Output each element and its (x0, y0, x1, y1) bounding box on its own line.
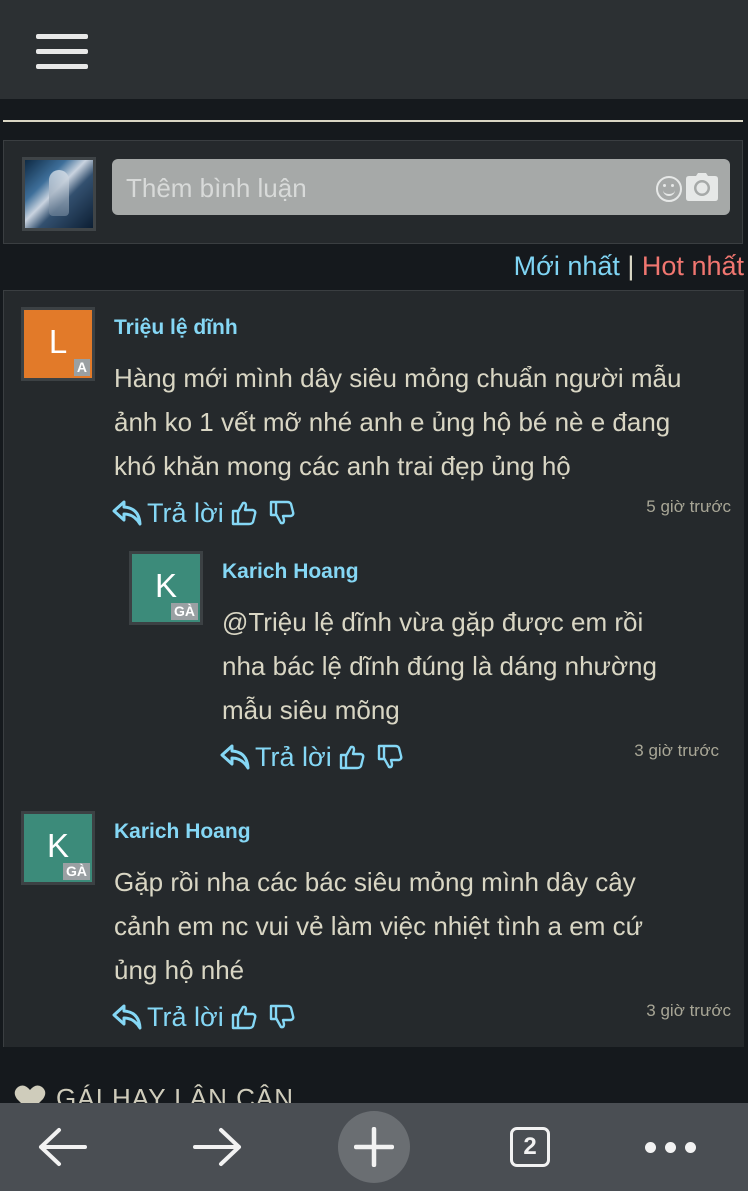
user-avatar[interactable] (22, 157, 96, 231)
thumbs-down-icon[interactable] (268, 1003, 296, 1031)
commenter-avatar[interactable]: K GÀ (129, 551, 203, 625)
commenter-avatar[interactable]: K GÀ (21, 811, 95, 885)
comment-actions: Trả lời (112, 999, 296, 1035)
comment-line: nha bác lệ dĩnh đúng là dáng nhường (222, 651, 657, 681)
browser-nav-bar: 2 (0, 1103, 748, 1191)
arrow-right-icon (193, 1128, 241, 1166)
sort-newest-link[interactable]: Mới nhất (514, 251, 620, 281)
comment-line: @Triệu lệ dĩnh vừa gặp được em rồi (222, 607, 644, 637)
menu-icon[interactable] (36, 34, 88, 70)
reply-button[interactable]: Trả lời (112, 1002, 224, 1033)
comment-author[interactable]: Karich Hoang (222, 560, 359, 584)
comment-line: Gặp rồi nha các bác siêu mỏng mình dây c… (114, 867, 636, 897)
thumbs-up-icon[interactable] (230, 499, 258, 527)
forward-button[interactable] (176, 1103, 260, 1191)
reply-label: Trả lời (147, 497, 224, 528)
top-bar (0, 0, 748, 99)
comment-time: 5 giờ trước (646, 497, 731, 516)
comment-author[interactable]: Karich Hoang (114, 820, 251, 844)
avatar-badge: GÀ (63, 863, 90, 880)
comment-time: 3 giờ trước (634, 741, 719, 760)
more-icon (644, 1141, 696, 1153)
reply-icon (112, 500, 142, 526)
tabs-button[interactable]: 2 (488, 1103, 572, 1191)
thumbs-down-icon[interactable] (268, 499, 296, 527)
comment-body: @Triệu lệ dĩnh vừa gặp được em rồi nha b… (222, 600, 657, 732)
comment-time: 3 giờ trước (646, 1001, 731, 1020)
commenter-avatar[interactable]: L A (21, 307, 95, 381)
comment-actions: Trả lời (112, 495, 296, 531)
comment-line: mẫu siêu mõng (222, 695, 400, 725)
sort-bar: Mới nhất | Hot nhất (514, 251, 744, 282)
comment-input-wrapper[interactable] (112, 159, 730, 215)
divider (3, 120, 743, 122)
comment-line: khó khăn mong các anh trai đẹp ủng hộ (114, 451, 571, 481)
comment-line: ủng hộ nhé (114, 955, 245, 985)
comment-line: ảnh ko 1 vết mỡ nhé anh e ủng hộ bé nè e… (114, 407, 671, 437)
thumbs-up-icon[interactable] (338, 743, 366, 771)
reply-icon (220, 744, 250, 770)
thumbs-up-icon[interactable] (230, 1003, 258, 1031)
avatar-badge: GÀ (171, 603, 198, 620)
camera-icon[interactable] (686, 173, 718, 201)
back-button[interactable] (20, 1103, 104, 1191)
reply-label: Trả lời (147, 1001, 224, 1032)
comment-input[interactable] (124, 169, 648, 207)
comment-body: Gặp rồi nha các bác siêu mỏng mình dây c… (114, 860, 643, 992)
thumbs-down-icon[interactable] (376, 743, 404, 771)
avatar-badge: A (73, 359, 90, 376)
comment-author[interactable]: Triệu lệ dĩnh (114, 316, 238, 340)
comments-panel: L A Triệu lệ dĩnh Hàng mới mình dây siêu… (3, 290, 744, 1047)
tab-count: 2 (510, 1127, 550, 1167)
reply-label: Trả lời (255, 741, 332, 772)
comment-composer (3, 140, 743, 244)
reply-button[interactable]: Trả lời (220, 742, 332, 773)
plus-circle (338, 1111, 410, 1183)
comment-actions: Trả lời (220, 739, 404, 775)
comment-line: cảnh em nc vui vẻ làm việc nhiệt tình a … (114, 911, 643, 941)
plus-icon (354, 1127, 394, 1167)
more-menu-button[interactable] (628, 1103, 712, 1191)
comment-body: Hàng mới mình dây siêu mỏng chuẩn người … (114, 356, 681, 488)
reply-button[interactable]: Trả lời (112, 498, 224, 529)
new-tab-button[interactable] (334, 1103, 414, 1191)
reply-icon (112, 1004, 142, 1030)
sort-hot-link[interactable]: Hot nhất (642, 251, 744, 281)
sort-separator: | (627, 251, 635, 281)
emoji-icon[interactable] (656, 176, 682, 202)
arrow-left-icon (39, 1128, 87, 1166)
comment-line: Hàng mới mình dây siêu mỏng chuẩn người … (114, 363, 682, 393)
